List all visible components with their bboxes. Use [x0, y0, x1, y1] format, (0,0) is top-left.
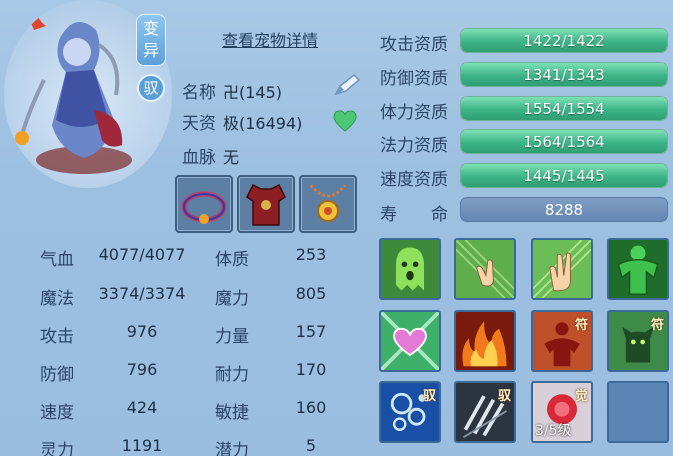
lifespan-label: 寿 命 — [380, 205, 448, 225]
equipment-slot-collar[interactable] — [175, 175, 233, 233]
attribute-value: 253 — [295, 245, 327, 264]
stat-value: 976 — [126, 322, 158, 341]
skill-slot[interactable]: 觉 3/5级 — [531, 381, 593, 443]
attribute-label: 潜力 — [215, 441, 249, 456]
attribute-label: 魔力 — [215, 289, 249, 309]
stat-value: 424 — [126, 398, 158, 417]
bloodline-label: 血脉 — [182, 148, 216, 168]
aptitude-value: 1564/1564 — [523, 133, 605, 151]
bloodline-value: 无 — [223, 148, 240, 167]
skill-tag: 符 — [574, 318, 588, 333]
skill-slot[interactable] — [379, 310, 441, 372]
stat-label: 攻击 — [40, 327, 74, 347]
attribute-label: 敏捷 — [215, 403, 249, 423]
talent-value: 极(16494) — [223, 114, 303, 133]
control-badge: 驭 — [137, 74, 165, 102]
skill-slot[interactable]: 驭 — [379, 381, 441, 443]
hand-gesture-icon — [456, 240, 514, 298]
aptitude-bar: 1554/1554 — [460, 96, 668, 121]
stat-label: 灵力 — [40, 441, 74, 456]
stat-label: 防御 — [40, 365, 74, 385]
skill-level: 3/5级 — [535, 423, 572, 439]
stat-value: 3374/3374 — [98, 284, 186, 303]
collar-icon — [181, 191, 227, 224]
view-pet-detail-link[interactable]: 查看宠物详情 — [222, 27, 318, 51]
armor-icon — [246, 183, 286, 226]
equipment-slot-armor[interactable] — [237, 175, 295, 233]
stat-value: 4077/4077 — [98, 245, 186, 264]
attribute-label: 耐力 — [215, 365, 249, 385]
aptitude-label: 防御资质 — [380, 69, 448, 89]
attribute-value: 157 — [295, 322, 327, 341]
skill-slot[interactable] — [454, 238, 516, 300]
skill-tag: 驭 — [497, 389, 511, 404]
mutation-badge: 变异 — [136, 14, 166, 66]
aptitude-bar: 1564/1564 — [460, 129, 668, 154]
attribute-value: 805 — [295, 284, 327, 303]
skill-slot[interactable] — [454, 310, 516, 372]
attribute-label: 力量 — [215, 327, 249, 347]
aptitude-bar: 1445/1445 — [460, 163, 668, 188]
attribute-value: 170 — [295, 360, 327, 379]
empty-slot — [609, 383, 667, 441]
fire-icon — [456, 312, 514, 370]
stat-value: 1191 — [121, 436, 163, 455]
amulet-icon — [309, 184, 347, 222]
pet-detail-panel: 变异 驭 查看宠物详情 名称 卍(145) 天资 极(16494) 血脉 无 气… — [0, 0, 673, 456]
skill-slot[interactable]: 符 — [607, 310, 669, 372]
name-label: 名称 — [182, 83, 216, 103]
open-palm-icon — [533, 240, 591, 298]
stat-value: 796 — [126, 360, 158, 379]
aptitude-value: 1554/1554 — [523, 100, 605, 118]
empty-skill-slot[interactable] — [607, 381, 669, 443]
aptitude-value: 1341/1343 — [523, 66, 605, 84]
aptitude-label: 法力资质 — [380, 136, 448, 156]
aptitude-bar: 1422/1422 — [460, 28, 668, 53]
skill-slot[interactable] — [531, 238, 593, 300]
talent-label: 天资 — [182, 114, 216, 134]
equipment-slot-amulet[interactable] — [299, 175, 357, 233]
skill-slot[interactable] — [379, 238, 441, 300]
skill-tag: 驭 — [422, 389, 436, 404]
aptitude-label: 攻击资质 — [380, 35, 448, 55]
lifespan-bar: 8288 — [460, 197, 668, 222]
green-muscle-icon — [609, 240, 667, 298]
stat-label: 速度 — [40, 403, 74, 423]
skill-tag: 觉 — [574, 389, 588, 404]
skill-slot[interactable]: 驭 — [454, 381, 516, 443]
aptitude-value: 1445/1445 — [523, 167, 605, 185]
edit-name-icon[interactable] — [332, 72, 362, 102]
attribute-value: 160 — [295, 398, 327, 417]
skill-slot[interactable] — [607, 238, 669, 300]
attribute-value: 5 — [305, 436, 317, 455]
skill-slot[interactable]: 符 — [531, 310, 593, 372]
aptitude-bar: 1341/1343 — [460, 62, 668, 87]
favorite-heart-icon[interactable] — [332, 110, 358, 136]
aptitude-value: 1422/1422 — [523, 32, 605, 50]
skill-tag: 符 — [650, 318, 664, 333]
stat-label: 魔法 — [40, 289, 74, 309]
stat-label: 气血 — [40, 250, 74, 270]
name-value: 卍(145) — [223, 83, 283, 102]
ghost-green-icon — [381, 240, 439, 298]
heart-glow-icon — [381, 312, 439, 370]
aptitude-label: 速度资质 — [380, 170, 448, 190]
aptitude-label: 体力资质 — [380, 103, 448, 123]
attribute-label: 体质 — [215, 250, 249, 270]
